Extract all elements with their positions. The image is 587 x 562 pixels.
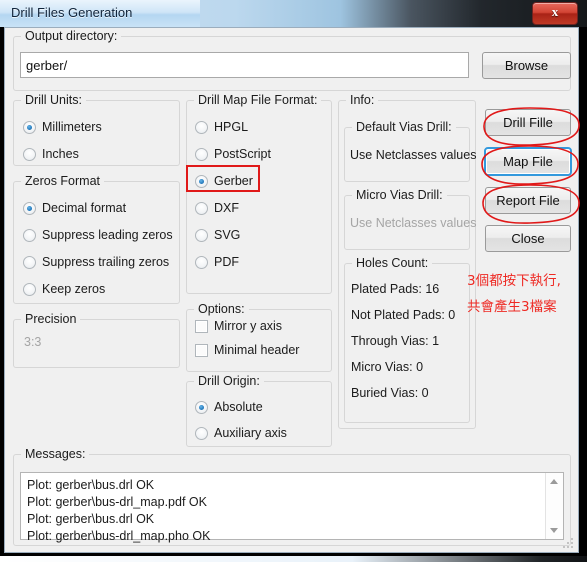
radio-circle-icon xyxy=(23,148,36,161)
radio-absolute-label: Absolute xyxy=(214,400,263,414)
radio-dxf-label: DXF xyxy=(214,201,239,215)
annotation-text-line2: 共會產生3檔案 xyxy=(467,299,557,315)
radio-dot-icon xyxy=(195,401,208,414)
radio-suppress-trailing-zeros-label: Suppress trailing zeros xyxy=(42,255,170,269)
window-title: Drill Files Generation xyxy=(11,5,133,20)
zeros-format-caption: Zeros Format xyxy=(21,174,105,188)
report-file-button-label: Report File xyxy=(496,193,560,208)
precision-value: 3:3 xyxy=(24,335,42,349)
output-directory-caption: Output directory: xyxy=(21,29,122,43)
holes-count-row: Buried Vias: 0 xyxy=(351,386,429,400)
micro-vias-drill-value: Use Netclasses values xyxy=(350,216,477,230)
radio-gerber-label: Gerber xyxy=(214,174,253,188)
message-line: Plot: gerber\bus-drl_map.pho OK xyxy=(27,529,211,543)
radio-circle-icon xyxy=(195,202,208,215)
holes-count-caption: Holes Count: xyxy=(352,256,433,270)
drill-map-format-group: Drill Map File Format: xyxy=(186,93,332,294)
radio-pdf-label: PDF xyxy=(214,255,239,269)
window-bottom-edge xyxy=(0,556,587,562)
drill-file-button-label: Drill Fille xyxy=(503,115,553,130)
holes-count-row: Through Vias: 1 xyxy=(351,334,440,348)
map-file-button[interactable]: Map File xyxy=(484,147,572,176)
messages-scrollbar[interactable] xyxy=(545,473,563,539)
messages-listbox[interactable]: Plot: gerber\bus.drl OK Plot: gerber\bus… xyxy=(20,472,564,543)
message-line: Plot: gerber\bus.drl OK xyxy=(27,512,155,526)
radio-circle-icon xyxy=(195,229,208,242)
messages-text: Plot: gerber\bus.drl OK Plot: gerber\bus… xyxy=(21,477,545,545)
radio-inches-label: Inches xyxy=(42,147,79,161)
micro-vias-drill-caption: Micro Vias Drill: xyxy=(352,188,447,202)
radio-millimeters-label: Millimeters xyxy=(42,120,102,134)
default-vias-drill-caption: Default Vias Drill: xyxy=(352,120,456,134)
messages-caption: Messages: xyxy=(21,447,90,461)
browse-button-label: Browse xyxy=(504,58,549,73)
message-line: Plot: gerber\bus.drl OK xyxy=(27,478,155,492)
scrollbar-track[interactable] xyxy=(546,490,563,522)
triangle-up-icon xyxy=(550,479,558,484)
holes-count-row: Not Plated Pads: 0 xyxy=(351,308,456,322)
radio-auxiliary-axis-label: Auxiliary axis xyxy=(214,426,287,440)
annotation-text-line1: 3個都按下執行, xyxy=(467,273,561,289)
radio-circle-icon xyxy=(23,283,36,296)
close-button[interactable]: Close xyxy=(485,225,571,252)
report-file-button[interactable]: Report File xyxy=(485,187,571,214)
checkbox-minimal-header-label: Minimal header xyxy=(214,343,300,357)
radio-circle-icon xyxy=(195,148,208,161)
radio-decimal-format-label: Decimal format xyxy=(42,201,127,215)
radio-circle-icon xyxy=(23,256,36,269)
radio-dot-icon xyxy=(23,121,36,134)
close-button-label: Close xyxy=(511,231,545,246)
radio-circle-icon xyxy=(195,256,208,269)
drill-file-button[interactable]: Drill Fille xyxy=(485,109,571,136)
title-bar: Drill Files Generation x xyxy=(0,0,587,27)
info-caption: Info: xyxy=(346,93,379,107)
browse-button[interactable]: Browse xyxy=(482,52,571,79)
radio-circle-icon xyxy=(23,229,36,242)
radio-postscript-label: PostScript xyxy=(214,147,271,161)
close-window-button[interactable]: x xyxy=(532,2,578,25)
resize-grip[interactable] xyxy=(561,536,573,548)
holes-count-row: Micro Vias: 0 xyxy=(351,360,424,374)
radio-hpgl-label: HPGL xyxy=(214,120,249,134)
radio-circle-icon xyxy=(195,427,208,440)
default-vias-drill-value: Use Netclasses values xyxy=(350,148,477,162)
radio-dot-icon xyxy=(195,175,208,188)
output-directory-input[interactable] xyxy=(20,52,469,78)
radio-keep-zeros-label: Keep zeros xyxy=(42,282,106,296)
options-caption: Options: xyxy=(194,302,249,316)
map-file-button-label: Map File xyxy=(503,154,553,169)
radio-svg-label: SVG xyxy=(214,228,241,242)
drill-origin-caption: Drill Origin: xyxy=(194,374,264,388)
checkbox-mirror-y-axis-label: Mirror y axis xyxy=(214,319,283,333)
checkbox-empty-icon xyxy=(195,320,208,333)
dialog-client-area: Output directory: Browse Drill Units: Mi… xyxy=(4,27,580,553)
holes-count-row: Plated Pads: 16 xyxy=(351,282,440,296)
precision-caption: Precision xyxy=(21,312,81,326)
drill-map-format-caption: Drill Map File Format: xyxy=(194,93,322,107)
radio-suppress-leading-zeros-label: Suppress leading zeros xyxy=(42,228,173,242)
checkbox-empty-icon xyxy=(195,344,208,357)
radio-dot-icon xyxy=(23,202,36,215)
radio-circle-icon xyxy=(195,121,208,134)
drill-units-caption: Drill Units: xyxy=(21,93,86,107)
triangle-down-icon xyxy=(550,528,558,533)
close-x-icon: x xyxy=(551,4,559,19)
dialog-window: Drill Files Generation x Output director… xyxy=(0,0,587,562)
scroll-up-button[interactable] xyxy=(546,473,563,490)
message-line: Plot: gerber\bus-drl_map.pdf OK xyxy=(27,495,207,509)
